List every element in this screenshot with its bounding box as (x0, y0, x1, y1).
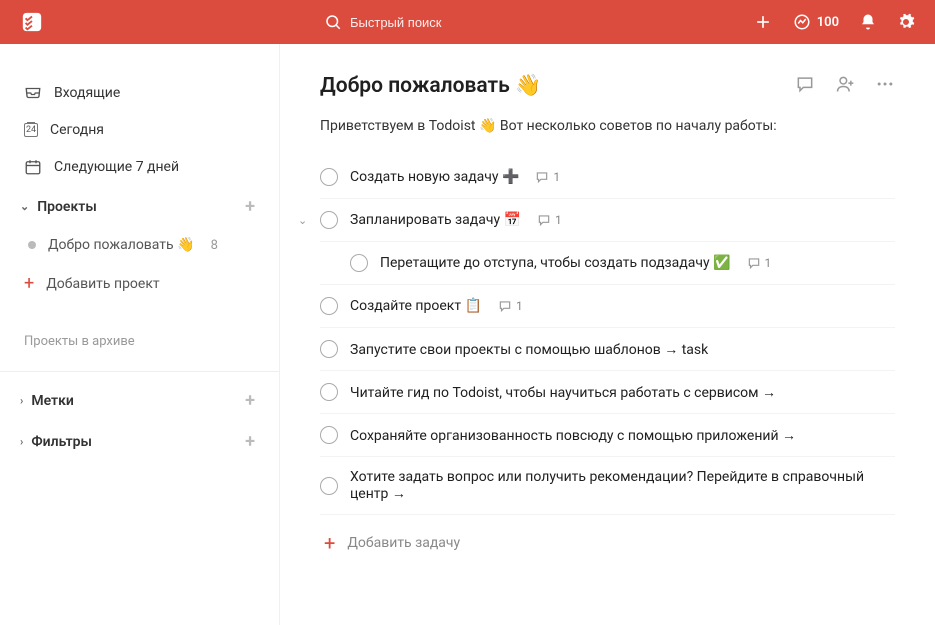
task-checkbox[interactable] (320, 383, 338, 401)
karma-value: 100 (817, 15, 839, 30)
task-title: Сохраняйте организованность повсюду с по… (350, 427, 796, 444)
comment-icon (535, 170, 549, 184)
main-content: Добро пожаловать 👋 Приветствуем в Todois… (280, 44, 935, 625)
task-title: Перетащите до отступа, чтобы создать под… (380, 255, 731, 271)
project-count: 8 (211, 238, 218, 253)
productivity-icon (793, 13, 811, 31)
task-checkbox[interactable] (320, 477, 338, 495)
add-task-label: Добавить задачу (347, 535, 460, 551)
comment-icon (747, 256, 761, 270)
search-icon (324, 13, 342, 31)
nav-today[interactable]: 24 Сегодня (0, 112, 279, 148)
task-comments[interactable]: 1 (537, 213, 562, 227)
calendar-today-icon: 24 (24, 123, 38, 137)
task-comments[interactable]: 1 (498, 299, 523, 313)
plus-icon: + (324, 531, 335, 555)
add-label-icon[interactable]: + (245, 390, 255, 411)
quick-add-button[interactable] (753, 12, 773, 32)
project-actions (795, 74, 895, 98)
filters-label: Фильтры (31, 434, 92, 450)
add-project-button[interactable]: + Добавить проект (0, 263, 279, 304)
filters-section-header[interactable]: › Фильтры + (0, 421, 279, 462)
task-list: Создать новую задачу ➕ 1 ⌄ Запланировать… (320, 156, 895, 515)
chevron-right-icon: › (20, 435, 23, 448)
comment-count-value: 1 (765, 256, 772, 270)
projects-section-header[interactable]: ⌄ Проекты + (0, 186, 279, 227)
task-row[interactable]: Создайте проект 📋 1 (320, 285, 895, 328)
app-logo[interactable] (20, 10, 44, 34)
task-checkbox[interactable] (320, 211, 338, 229)
chevron-right-icon: › (20, 394, 23, 407)
comment-icon (537, 213, 551, 227)
task-row[interactable]: Перетащите до отступа, чтобы создать под… (320, 242, 895, 285)
task-title: Хотите задать вопрос или получить рекоме… (350, 469, 870, 502)
sidebar-divider (0, 371, 279, 372)
task-checkbox[interactable] (320, 168, 338, 186)
labels-section-header[interactable]: › Метки + (0, 380, 279, 421)
project-name: Добро пожаловать 👋 (48, 237, 195, 253)
task-title: Создать новую задачу ➕ (350, 169, 519, 185)
comment-count-value: 1 (555, 213, 562, 227)
nav-inbox[interactable]: Входящие (0, 74, 279, 112)
plus-icon (753, 12, 773, 32)
task-checkbox[interactable] (320, 426, 338, 444)
comment-icon (795, 74, 815, 94)
project-header: Добро пожаловать 👋 (320, 74, 895, 98)
gear-icon (897, 13, 915, 31)
notifications-button[interactable] (859, 13, 877, 31)
comment-icon (498, 299, 512, 313)
comments-button[interactable] (795, 74, 815, 98)
task-checkbox[interactable] (350, 254, 368, 272)
task-title: Запустите свои проекты с помощью шаблоно… (350, 341, 708, 358)
add-filter-icon[interactable]: + (245, 431, 255, 452)
nav-next7-label: Следующие 7 дней (54, 159, 179, 175)
task-title: Читайте гид по Todoist, чтобы научиться … (350, 384, 776, 401)
comment-count-value: 1 (516, 299, 523, 313)
person-add-icon (835, 74, 855, 94)
nav-inbox-label: Входящие (54, 85, 120, 101)
projects-label: Проекты (37, 199, 97, 215)
search-input[interactable] (350, 15, 550, 30)
comment-count-value: 1 (553, 170, 560, 184)
project-color-dot (28, 241, 36, 249)
add-project-icon[interactable]: + (245, 196, 255, 217)
sidebar-project-item[interactable]: Добро пожаловать 👋 8 (0, 227, 279, 263)
archived-projects-link[interactable]: Проекты в архиве (0, 324, 279, 359)
task-comments[interactable]: 1 (535, 170, 560, 184)
task-row[interactable]: Читайте гид по Todoist, чтобы научиться … (320, 371, 895, 414)
task-title: Создайте проект 📋 (350, 298, 482, 314)
chevron-down-icon: ⌄ (20, 200, 29, 213)
header-actions: 100 (753, 12, 915, 32)
project-intro: Приветствуем в Todoist 👋 Вот несколько с… (320, 118, 895, 134)
project-title: Добро пожаловать 👋 (320, 74, 541, 98)
calendar-icon (24, 158, 42, 176)
more-button[interactable] (875, 74, 895, 98)
more-icon (875, 74, 895, 94)
task-row[interactable]: ⌄ Запланировать задачу 📅 1 (320, 199, 895, 242)
plus-icon: + (24, 273, 34, 294)
settings-button[interactable] (897, 13, 915, 31)
task-checkbox[interactable] (320, 297, 338, 315)
search-box[interactable] (324, 13, 753, 31)
expand-toggle[interactable]: ⌄ (298, 214, 307, 227)
inbox-icon (24, 84, 42, 102)
task-row[interactable]: Хотите задать вопрос или получить рекоме… (320, 457, 895, 515)
task-title: Запланировать задачу 📅 (350, 212, 521, 228)
add-project-label: Добавить проект (46, 276, 159, 292)
labels-label: Метки (31, 393, 74, 409)
nav-today-label: Сегодня (50, 122, 104, 138)
task-checkbox[interactable] (320, 340, 338, 358)
karma-pill[interactable]: 100 (793, 13, 839, 31)
sidebar: Входящие 24 Сегодня Следующие 7 дней ⌄ П… (0, 44, 280, 625)
bell-icon (859, 13, 877, 31)
nav-next7[interactable]: Следующие 7 дней (0, 148, 279, 186)
app-header: 100 (0, 0, 935, 44)
task-comments[interactable]: 1 (747, 256, 772, 270)
share-button[interactable] (835, 74, 855, 98)
todoist-icon (21, 11, 43, 33)
task-row[interactable]: Создать новую задачу ➕ 1 (320, 156, 895, 199)
task-row[interactable]: Сохраняйте организованность повсюду с по… (320, 414, 895, 457)
add-task-button[interactable]: + Добавить задачу (320, 515, 895, 555)
task-row[interactable]: Запустите свои проекты с помощью шаблоно… (320, 328, 895, 371)
